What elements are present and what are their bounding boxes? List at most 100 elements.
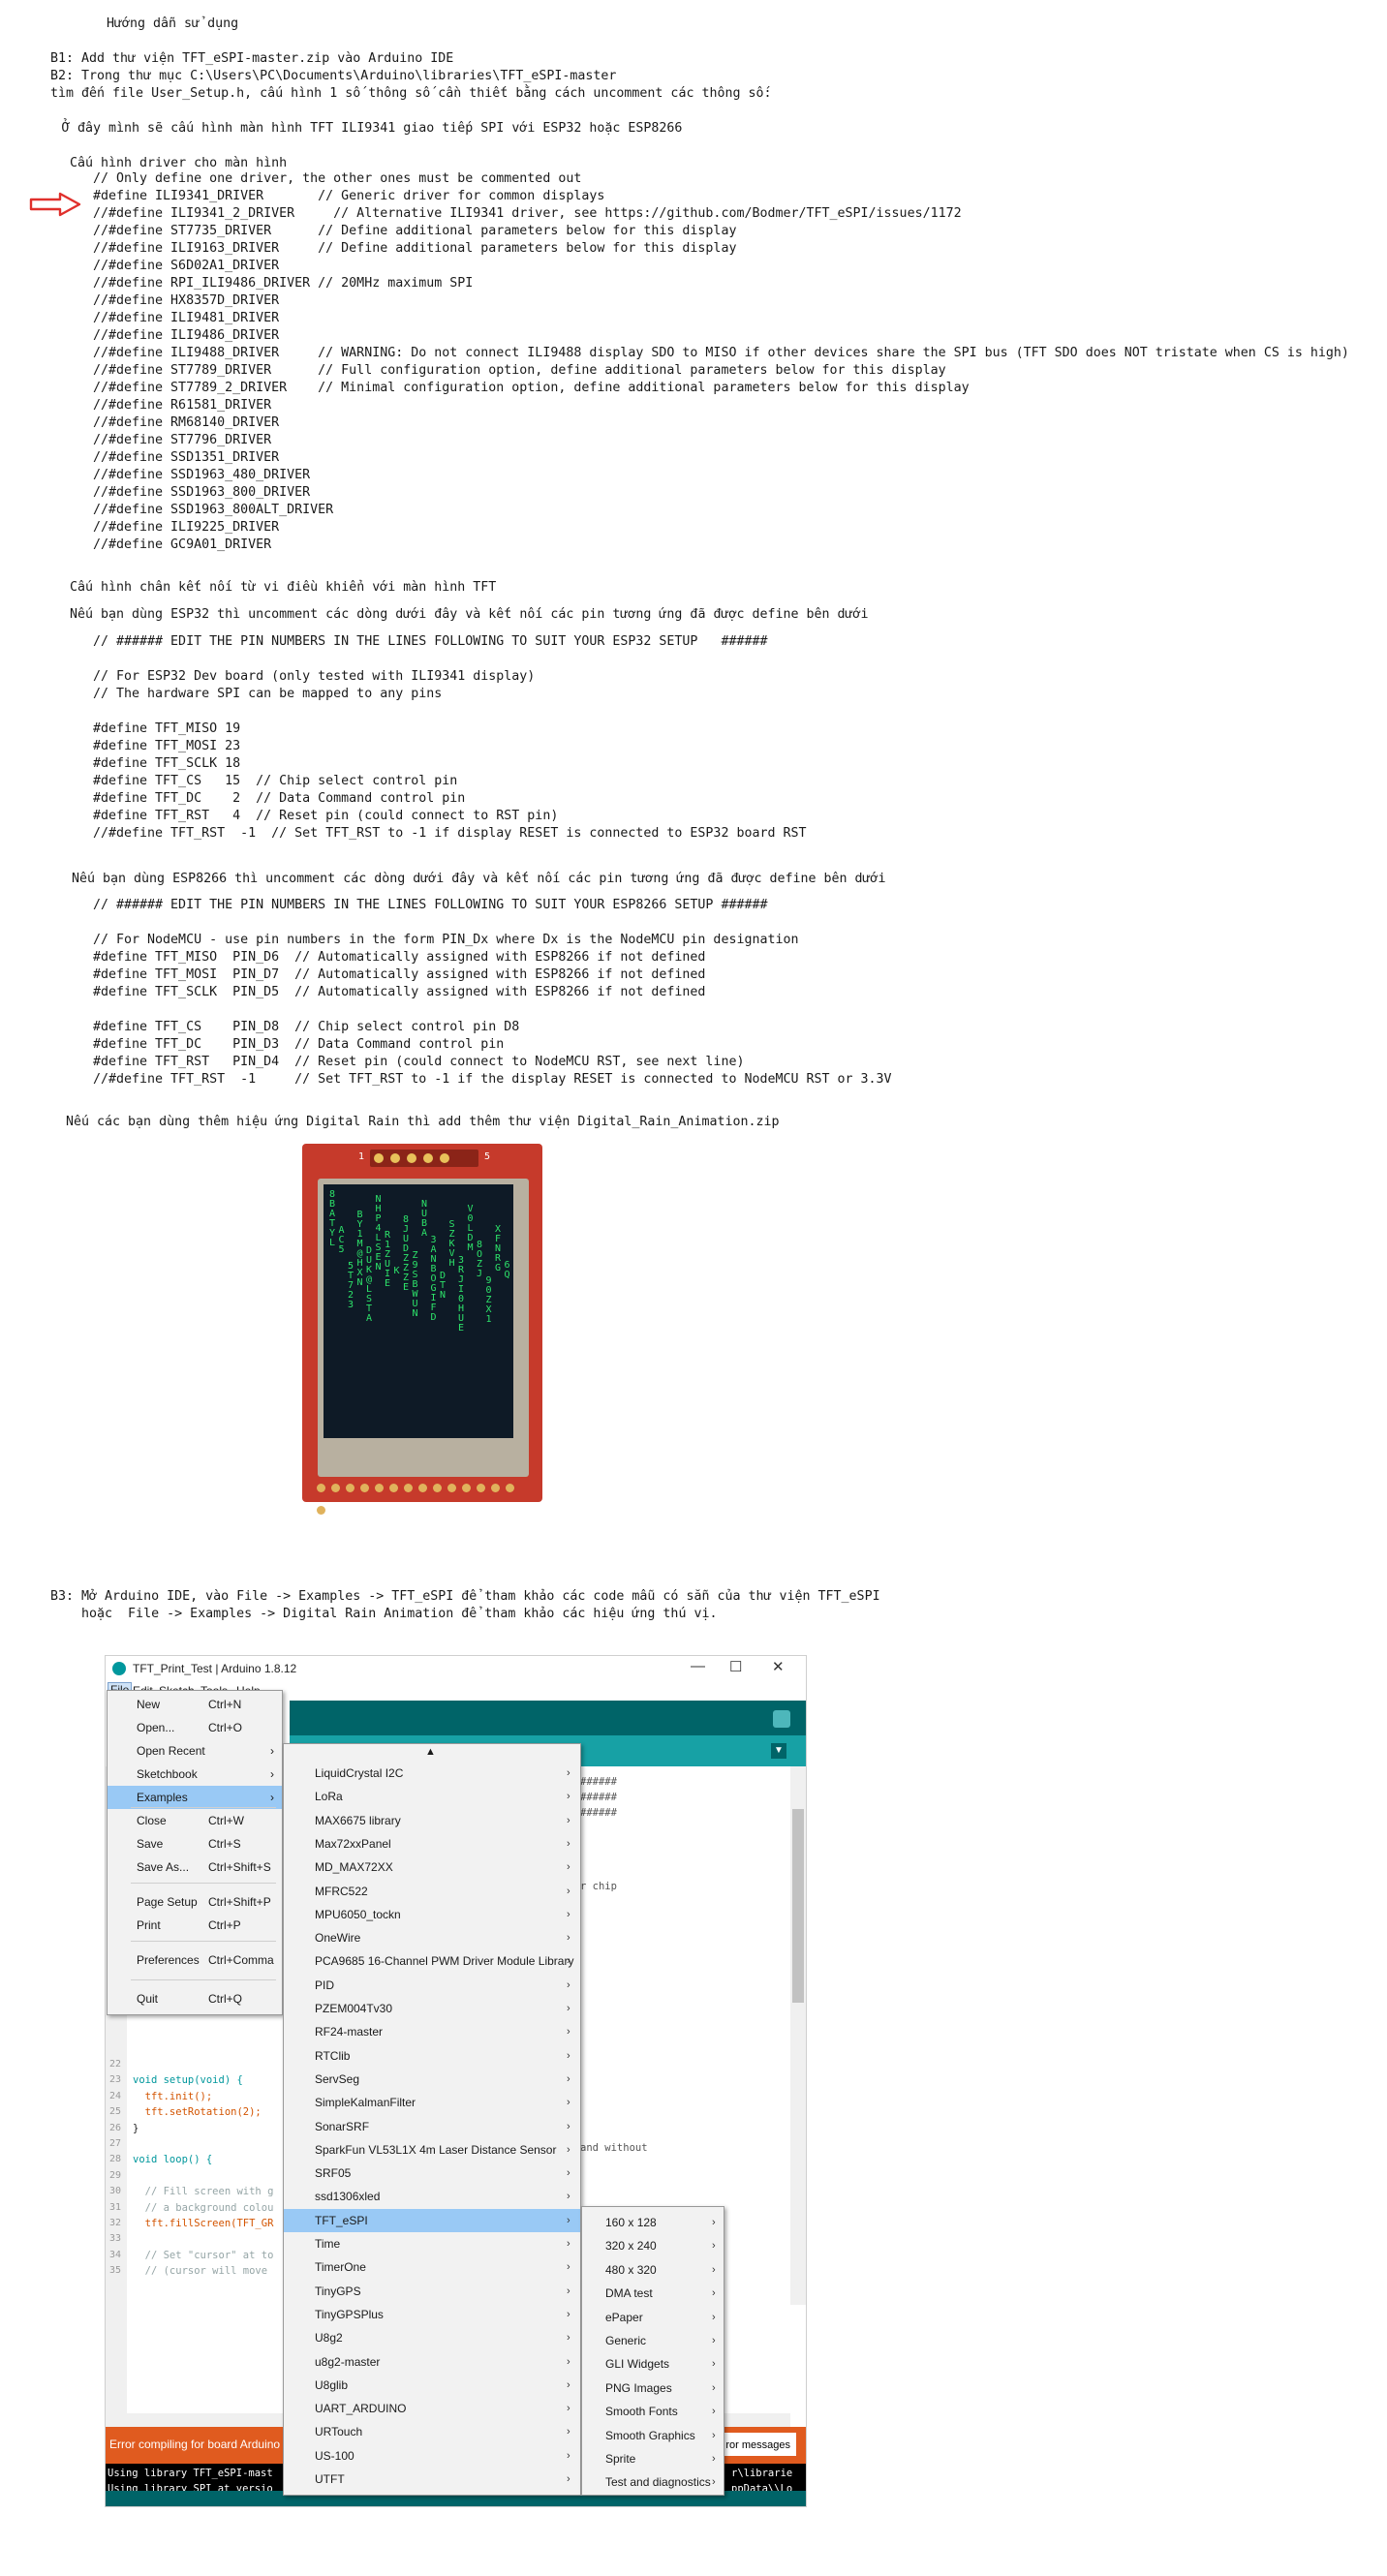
menu-item-shortcut: Ctrl+N: [208, 1698, 242, 1711]
examples-item[interactable]: US-100 ›: [284, 2444, 580, 2468]
menu-item-label: PZEM004Tv30: [315, 2002, 393, 2015]
file-menu-item-save[interactable]: Save Ctrl+S: [108, 1832, 282, 1855]
tft-espi-item[interactable]: Smooth Graphics ›: [582, 2424, 724, 2447]
examples-item[interactable]: OneWire ›: [284, 1926, 580, 1949]
scrollbar-thumb[interactable]: [792, 1809, 804, 2003]
examples-item[interactable]: U8glib ›: [284, 2374, 580, 2397]
driver-code-line: //#define ILI9341_2_DRIVER // Alternativ…: [93, 206, 962, 221]
tft-espi-item[interactable]: 480 x 320 ›: [582, 2258, 724, 2282]
tft-espi-item[interactable]: Smooth Fonts ›: [582, 2400, 724, 2423]
tft-espi-item[interactable]: 320 x 240 ›: [582, 2234, 724, 2257]
file-menu-item-examples[interactable]: Examples: [108, 1786, 282, 1809]
menu-item-label: MFRC522: [315, 1884, 368, 1898]
examples-item[interactable]: U8g2 ›: [284, 2326, 580, 2349]
examples-item[interactable]: Max72xxPanel ›: [284, 1832, 580, 1855]
esp8266-code-line: // ###### EDIT THE PIN NUMBERS IN THE LI…: [93, 898, 768, 912]
file-menu-item-preferences[interactable]: Preferences Ctrl+Comma: [108, 1948, 282, 1972]
menu-item-label: RF24-master: [315, 2025, 384, 2039]
examples-item[interactable]: MD_MAX72XX ›: [284, 1855, 580, 1879]
examples-item[interactable]: LiquidCrystal I2C ›: [284, 1762, 580, 1785]
minimize-icon[interactable]: —: [691, 1658, 705, 1674]
tft-espi-item[interactable]: Generic ›: [582, 2329, 724, 2352]
examples-item[interactable]: Time ›: [284, 2232, 580, 2255]
menu-item-label: ePaper: [605, 2310, 643, 2324]
examples-item[interactable]: TinyGPS ›: [284, 2280, 580, 2303]
driver-code-line: //#define ST7735_DRIVER // Define additi…: [93, 224, 737, 238]
file-menu-item-close[interactable]: Close Ctrl+W: [108, 1809, 282, 1832]
examples-item[interactable]: u8g2-master ›: [284, 2350, 580, 2374]
menu-item-label: Open...: [137, 1721, 175, 1734]
menu-item-label: URTouch: [315, 2425, 363, 2439]
tab-menu-icon[interactable]: ▼: [771, 1743, 786, 1759]
examples-item[interactable]: UTFT ›: [284, 2468, 580, 2491]
file-menu-item-quit[interactable]: Quit Ctrl+Q: [108, 1987, 282, 2010]
file-menu-item-new[interactable]: New Ctrl+N: [108, 1693, 282, 1716]
file-menu-item-page-setup[interactable]: Page Setup Ctrl+Shift+P: [108, 1890, 282, 1914]
chevron-right-icon: ›: [567, 2097, 570, 2109]
examples-item[interactable]: RTClib ›: [284, 2044, 580, 2068]
tft-espi-item[interactable]: Sprite ›: [582, 2447, 724, 2470]
examples-item[interactable]: SparkFun VL53L1X 4m Laser Distance Senso…: [284, 2138, 580, 2162]
tft-espi-item[interactable]: 160 x 128 ›: [582, 2211, 724, 2234]
examples-item[interactable]: PZEM004Tv30 ›: [284, 1997, 580, 2020]
console-line: Using library TFT_eSPI-mast: [108, 2468, 273, 2479]
file-menu-item-save-as[interactable]: Save As... Ctrl+Shift+S: [108, 1855, 282, 1879]
copy-error-messages-button[interactable]: ror messages: [722, 2432, 797, 2457]
examples-item[interactable]: SonarSRF ›: [284, 2115, 580, 2138]
rain-column: V0LDM: [467, 1204, 474, 1253]
tft-espi-item[interactable]: PNG Images ›: [582, 2377, 724, 2400]
line-number: 26: [109, 2122, 122, 2133]
examples-item[interactable]: ServSeg ›: [284, 2068, 580, 2091]
menu-item-label: ssd1306xled: [315, 2190, 381, 2204]
line-number: 25: [109, 2106, 122, 2118]
examples-item[interactable]: URTouch ›: [284, 2420, 580, 2443]
window-title: TFT_Print_Test | Arduino 1.8.12: [133, 1662, 297, 1675]
examples-item[interactable]: LoRa ›: [284, 1785, 580, 1808]
menu-item-label: Save: [137, 1837, 164, 1851]
window-titlebar: TFT_Print_Test | Arduino 1.8.12 — ☐ ✕: [106, 1656, 806, 1681]
guide-heading: Hướng dẫn sử dụng: [107, 16, 239, 31]
serial-monitor-icon[interactable]: [773, 1710, 790, 1728]
examples-item[interactable]: MFRC522 ›: [284, 1880, 580, 1903]
tft-espi-item[interactable]: GLI Widgets ›: [582, 2352, 724, 2376]
red-arrow-icon: [29, 192, 81, 217]
examples-item[interactable]: PID ›: [284, 1974, 580, 1997]
menu-item-label: TFT_eSPI: [315, 2213, 368, 2227]
examples-item[interactable]: SimpleKalmanFilter ›: [284, 2091, 580, 2114]
examples-item[interactable]: MAX6675 library ›: [284, 1809, 580, 1832]
examples-item[interactable]: UART_ARDUINO ›: [284, 2397, 580, 2420]
examples-item[interactable]: ssd1306xled ›: [284, 2185, 580, 2208]
tft-espi-item[interactable]: DMA test ›: [582, 2282, 724, 2305]
menu-item-label: Quit: [137, 1992, 159, 2006]
chevron-right-icon: ›: [567, 1861, 570, 1874]
close-icon[interactable]: ✕: [772, 1658, 785, 1675]
line-number: 32: [109, 2218, 122, 2228]
code-line: // a background colou: [133, 2201, 274, 2214]
examples-item[interactable]: PCA9685 16-Channel PWM Driver Module Lib…: [284, 1949, 580, 1973]
file-menu-item-sketchbook[interactable]: Sketchbook: [108, 1763, 282, 1786]
examples-item[interactable]: RF24-master ›: [284, 2020, 580, 2043]
tft-espi-item[interactable]: ePaper ›: [582, 2306, 724, 2329]
code-line: }: [133, 2122, 139, 2134]
chevron-right-icon: ›: [712, 2311, 716, 2323]
examples-item[interactable]: TinyGPSPlus ›: [284, 2303, 580, 2326]
file-menu-item-open[interactable]: Open... Ctrl+O: [108, 1716, 282, 1739]
line-number: 28: [109, 2154, 122, 2165]
examples-item[interactable]: SRF05 ›: [284, 2162, 580, 2185]
menu-item-label: Close: [137, 1814, 167, 1827]
rain-column: R1ZUIE: [385, 1230, 391, 1289]
examples-item[interactable]: TimerOne ›: [284, 2255, 580, 2279]
file-menu-item-print[interactable]: Print Ctrl+P: [108, 1914, 282, 1937]
menu-item-label: Test and diagnostics: [605, 2475, 711, 2490]
file-menu-item-open-recent[interactable]: Open Recent: [108, 1739, 282, 1763]
scroll-up-icon[interactable]: ▲: [425, 1746, 436, 1758]
tft-espi-item[interactable]: Test and diagnostics ›: [582, 2470, 724, 2494]
examples-item[interactable]: TFT_eSPI ›: [284, 2208, 580, 2232]
editor-vertical-scrollbar[interactable]: [790, 1766, 806, 2305]
rain-column: 8BATYL: [329, 1189, 336, 1248]
pin-title: Cấu hình chân kết nối từ vi điều khiển v…: [70, 580, 497, 595]
maximize-icon[interactable]: ☐: [729, 1658, 742, 1675]
menu-separator: [131, 1941, 276, 1942]
examples-item[interactable]: MPU6050_tockn ›: [284, 1903, 580, 1926]
chevron-right-icon: ›: [567, 2072, 570, 2085]
